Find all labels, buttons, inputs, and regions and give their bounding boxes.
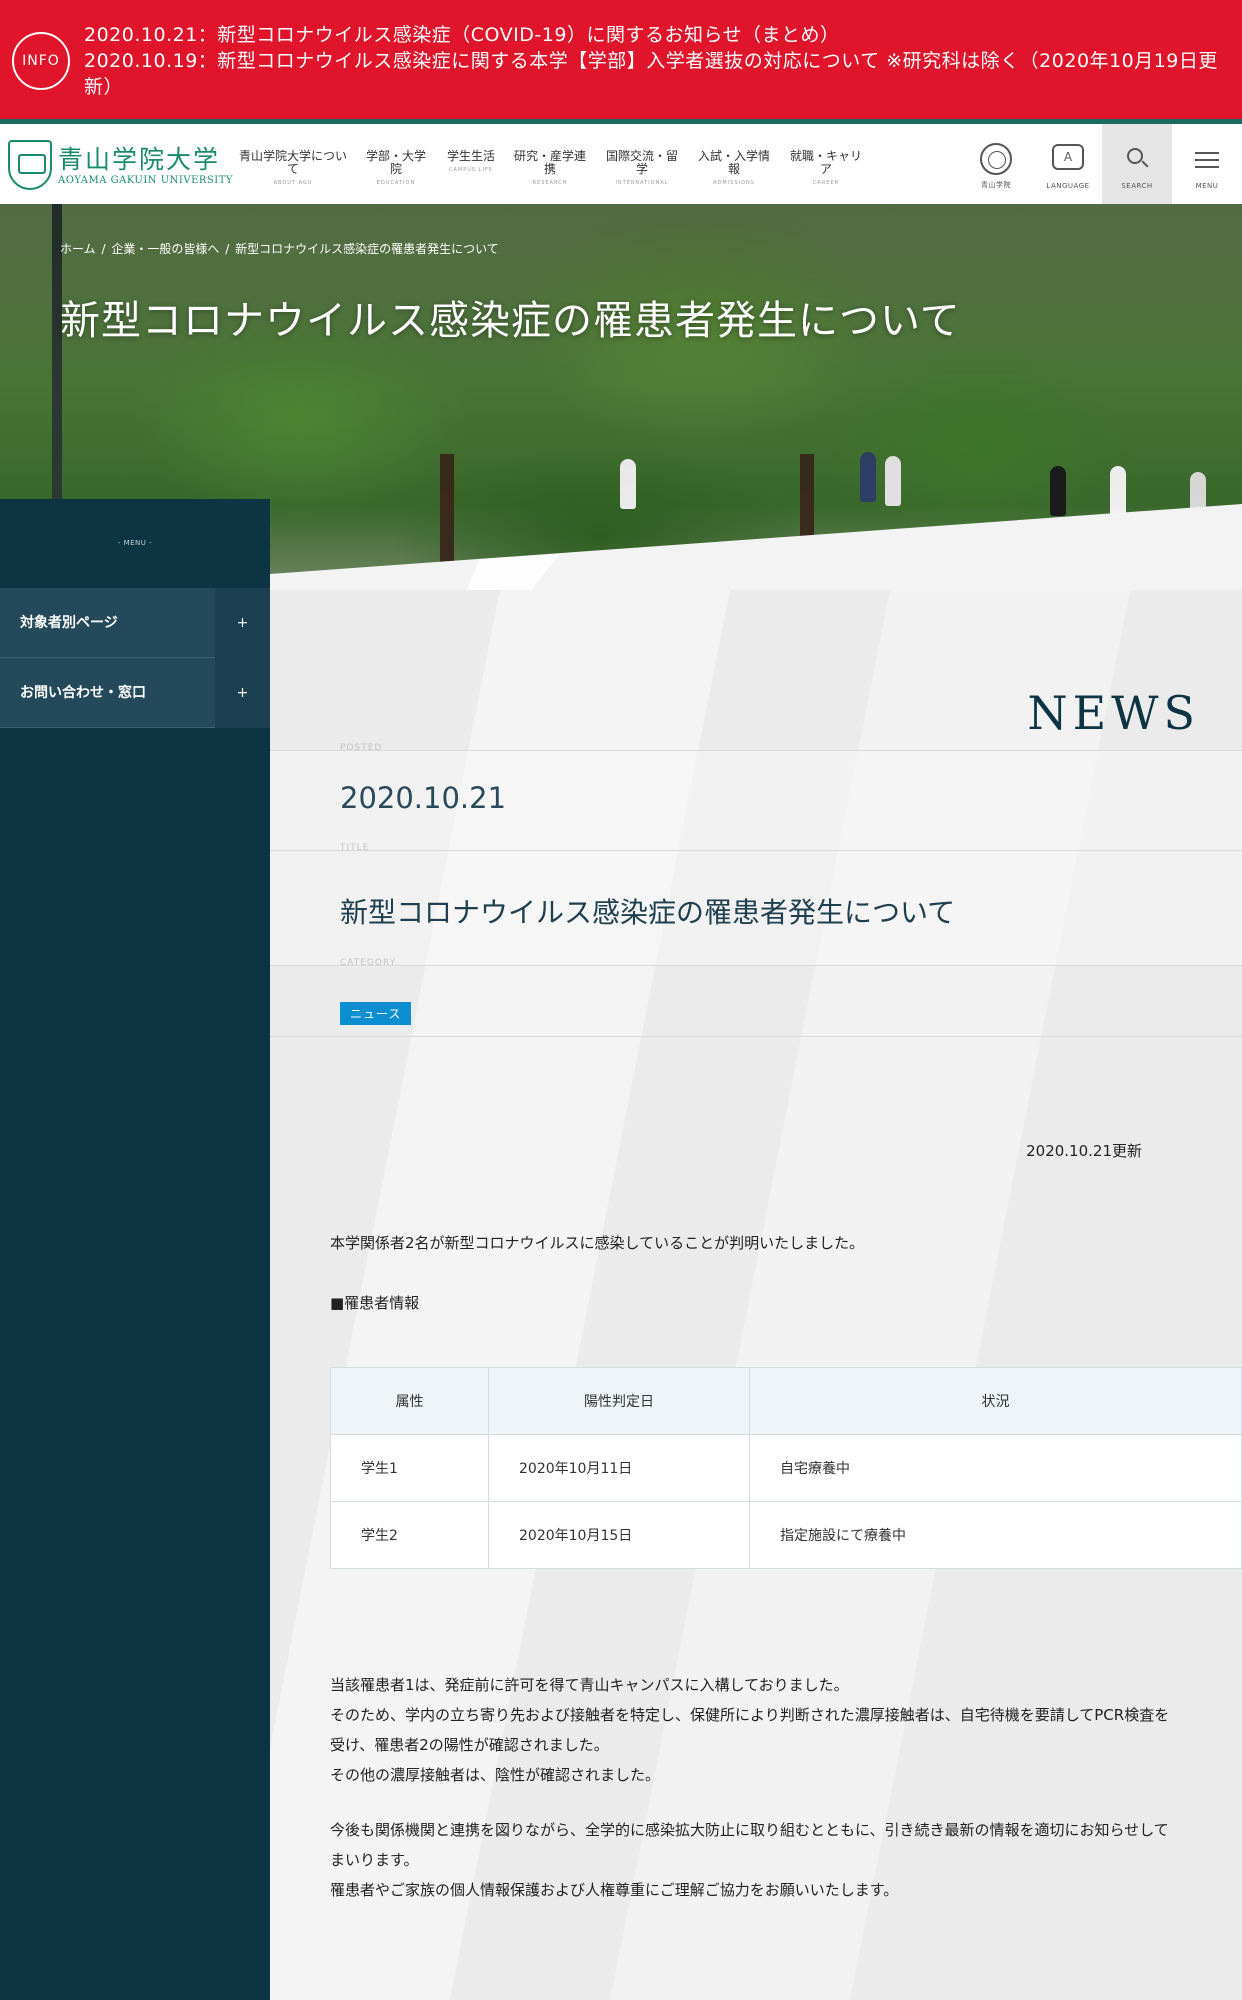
nav-education[interactable]: 学部・大学院 EDUCATION — [364, 150, 428, 187]
logo-en: AOYAMA GAKUIN UNIVERSITY — [58, 175, 233, 186]
nav-research[interactable]: 研究・産学連携 RESEARCH — [512, 150, 588, 187]
table-cell: 自宅療養中 — [749, 1434, 1242, 1502]
breadcrumb-current: 新型コロナウイルス感染症の罹患者発生について — [235, 242, 499, 256]
table-header-row: 属性 陽性判定日 状況 — [330, 1367, 1242, 1435]
patients-heading: ■罹患者情報 — [330, 1294, 420, 1312]
info-link[interactable]: 2020.10.19：新型コロナウイルス感染症に関する本学【学部】入学者選抜の対… — [84, 48, 1234, 100]
meta-title: TITLE 新型コロナウイルス感染症の罹患者発生について — [270, 843, 1242, 965]
patients-table: 属性 陽性判定日 状況 学生1 2020年10月11日 自宅療養中 学生2 20… — [330, 1367, 1242, 1569]
language-button[interactable]: A LANGUAGE — [1036, 124, 1100, 204]
meta-category: CATEGORY ニュース — [270, 958, 1242, 1037]
table-cell: 学生1 — [330, 1434, 489, 1502]
emblem-icon — [980, 143, 1012, 175]
info-badge: INFO — [12, 32, 70, 90]
table-header: 属性 — [330, 1367, 489, 1435]
sidebar-item-contact[interactable]: お問い合わせ・窓口 + — [0, 658, 270, 728]
table-cell: 2020年10月15日 — [488, 1501, 750, 1569]
sidebar-item-audience[interactable]: 対象者別ページ + — [0, 588, 270, 658]
breadcrumb: ホーム / 企業・一般の皆様へ / 新型コロナウイルス感染症の罹患者発生について — [60, 242, 499, 256]
table-header: 陽性判定日 — [488, 1367, 750, 1435]
emblem-link[interactable]: 青山学院 — [966, 124, 1026, 204]
table-row: 学生2 2020年10月15日 指定施設にて療養中 — [330, 1501, 1242, 1569]
info-lines: 2020.10.21：新型コロナウイルス感染症（COVID-19）に関するお知ら… — [84, 22, 1234, 100]
plus-icon[interactable]: + — [215, 588, 270, 658]
menu-button[interactable]: MENU — [1172, 124, 1242, 204]
info-banner: INFO 2020.10.21：新型コロナウイルス感染症（COVID-19）に関… — [0, 0, 1242, 124]
meta-posted: POSTED 2020.10.21 — [270, 743, 1242, 850]
language-icon: A — [1052, 144, 1084, 170]
article-title: 新型コロナウイルス感染症の罹患者発生について — [340, 896, 956, 929]
article-content: NEWS POSTED 2020.10.21 TITLE 新型コロナウイルス感染… — [270, 590, 1242, 2000]
site-header: 青山学院大学 AOYAMA GAKUIN UNIVERSITY 青山学院大学につ… — [0, 124, 1242, 204]
body-paragraph-1: 当該罹患者1は、発症前に許可を得て青山キャンパスに入構しておりました。 そのため… — [330, 1676, 1170, 1784]
table-cell: 2020年10月11日 — [488, 1434, 750, 1502]
table-cell: 指定施設にて療養中 — [749, 1501, 1242, 1569]
table-row: 学生1 2020年10月11日 自宅療養中 — [330, 1434, 1242, 1502]
hamburger-icon — [1195, 152, 1219, 168]
nav-admissions[interactable]: 入試・入学情報 ADMISSIONS — [696, 150, 772, 187]
nav-campus-life[interactable]: 学生生活 CAMPUS LIFE — [446, 150, 496, 174]
page-title: 新型コロナウイルス感染症の罹患者発生について — [60, 298, 961, 344]
updated-date: 2020.10.21更新 — [1026, 1142, 1142, 1160]
category-tag[interactable]: ニュース — [340, 1002, 412, 1025]
site-logo[interactable]: 青山学院大学 AOYAMA GAKUIN UNIVERSITY — [8, 140, 233, 192]
plus-icon[interactable]: + — [215, 658, 270, 728]
body-paragraph-2: 今後も関係機関と連携を図りながら、全学的に感染拡大防止に取り組むとともに、引き続… — [330, 1821, 1169, 1899]
sidebar: - MENU - 対象者別ページ + お問い合わせ・窓口 + — [0, 499, 270, 2000]
shield-icon — [8, 140, 52, 190]
info-link[interactable]: 2020.10.21：新型コロナウイルス感染症（COVID-19）に関するお知ら… — [84, 22, 1234, 48]
search-icon — [1127, 148, 1143, 164]
search-button[interactable]: SEARCH — [1102, 124, 1172, 204]
nav-international[interactable]: 国際交流・留学 INTERNATIONAL — [604, 150, 680, 187]
sidebar-menu-label: - MENU - — [117, 539, 153, 547]
section-heading: NEWS — [1027, 686, 1200, 740]
intro-text: 本学関係者2名が新型コロナウイルスに感染していることが判明いたしました。 — [330, 1234, 865, 1252]
breadcrumb-home[interactable]: ホーム — [60, 242, 96, 256]
table-cell: 学生2 — [330, 1501, 489, 1569]
breadcrumb-corporate[interactable]: 企業・一般の皆様へ — [111, 242, 219, 256]
table-header: 状況 — [749, 1367, 1242, 1435]
posted-date: 2020.10.21 — [340, 781, 507, 815]
logo-jp: 青山学院大学 — [58, 145, 221, 174]
nav-about[interactable]: 青山学院大学について ABOUT AGU — [238, 150, 348, 187]
nav-career[interactable]: 就職・キャリア CAREER — [788, 150, 864, 187]
